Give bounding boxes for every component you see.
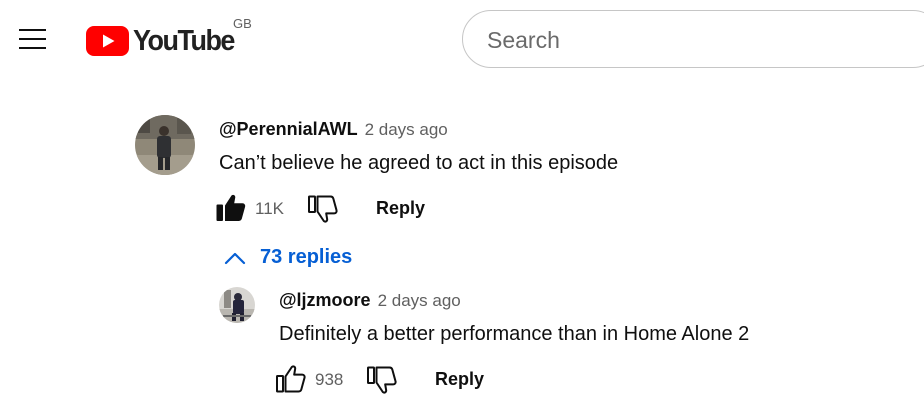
country-code: GB [233,16,252,31]
search-box[interactable] [462,10,924,69]
dislike-icon[interactable] [307,194,339,224]
logo-wordmark: YouTube [133,25,235,57]
replies-count-label: 73 replies [260,246,353,268]
reply-reply-button[interactable]: Reply [435,369,484,390]
like-count: 11K [255,199,284,218]
replies-toggle-button[interactable]: 73 replies [224,246,352,269]
youtube-play-icon [86,26,129,56]
comment-author[interactable]: @PerennialAWL [219,119,358,140]
like-icon[interactable] [275,364,307,394]
reply-avatar[interactable] [219,287,255,323]
reply-like-count: 938 [315,370,344,389]
chevron-up-icon [224,252,246,264]
comment-text: Can’t believe he agreed to act in this e… [219,152,619,174]
hamburger-menu-icon[interactable] [18,27,48,51]
avatar[interactable] [135,115,195,175]
reply-timestamp[interactable]: 2 days ago [378,291,461,311]
search-input[interactable] [487,11,907,69]
youtube-logo[interactable]: YouTube [86,24,242,58]
reply-text: Definitely a better performance than in … [279,323,750,345]
reply-author[interactable]: @ljzmoore [279,290,371,311]
comment-header: @PerennialAWL 2 days ago [219,119,448,140]
comment-timestamp[interactable]: 2 days ago [365,120,448,140]
reply-header: @ljzmoore 2 days ago [279,290,461,311]
reply-button[interactable]: Reply [376,198,425,219]
reply-dislike-icon[interactable] [366,365,398,395]
like-filled-icon[interactable] [215,193,247,223]
youtube-comments-page: YouTube GB @PerennialAWL 2 days ago Can’… [0,0,924,405]
